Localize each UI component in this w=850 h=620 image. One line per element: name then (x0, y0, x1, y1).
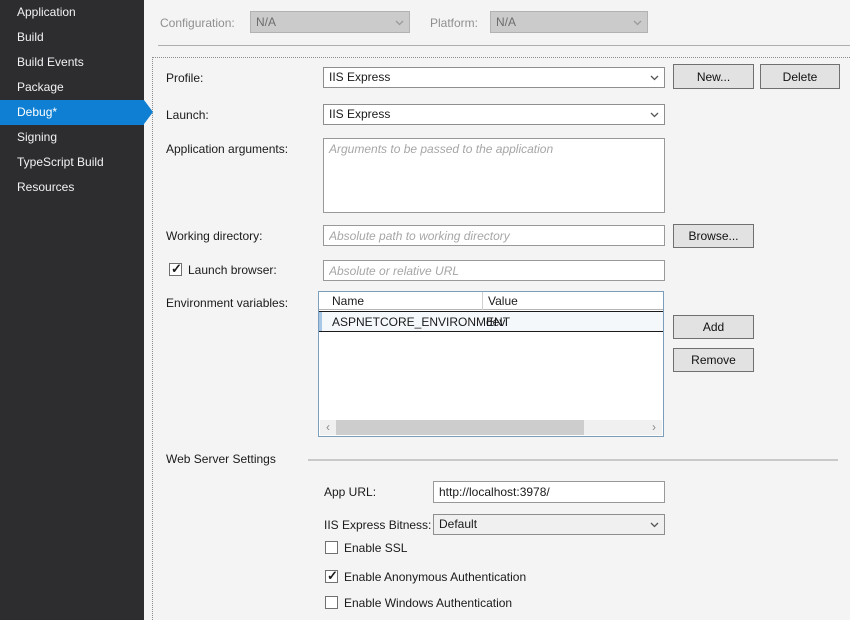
debug-settings-page: Configuration: N/A Platform: N/A Profile… (144, 0, 850, 620)
row-selector-strip (319, 312, 322, 331)
sidebar-item-application[interactable]: Application (0, 0, 144, 25)
launch-browser-label: Launch browser: (188, 263, 277, 277)
application-arguments-input[interactable] (323, 138, 665, 213)
app-url-input[interactable] (433, 481, 665, 503)
sidebar-item-resources[interactable]: Resources (0, 175, 144, 200)
configuration-dropdown: N/A (250, 11, 410, 33)
sidebar-item-typescript-build[interactable]: TypeScript Build (0, 150, 144, 175)
app-url-label: App URL: (324, 485, 377, 499)
platform-dropdown: N/A (490, 11, 648, 33)
chevron-down-icon (650, 522, 659, 528)
platform-value: N/A (496, 15, 517, 29)
add-variable-button[interactable]: Add (673, 315, 754, 339)
sidebar-item-signing[interactable]: Signing (0, 125, 144, 150)
browse-button[interactable]: Browse... (673, 224, 754, 248)
launch-browser-url-input[interactable] (323, 260, 665, 281)
separator-line (158, 45, 850, 46)
sidebar-item-debug[interactable]: Debug* (0, 100, 153, 125)
launch-browser-checkbox[interactable] (169, 261, 182, 277)
grid-header-row: Name Value (319, 292, 663, 310)
delete-profile-button[interactable]: Delete (760, 64, 840, 89)
chevron-down-icon (650, 75, 659, 81)
platform-label: Platform: (430, 16, 479, 30)
grid-header-value[interactable]: Value (488, 294, 518, 308)
section-divider-line (308, 459, 838, 461)
configuration-label: Configuration: (160, 16, 235, 30)
remove-variable-button[interactable]: Remove (673, 348, 754, 372)
grid-header-name[interactable]: Name (332, 294, 364, 308)
enable-ssl-checkbox[interactable] (325, 541, 338, 554)
chevron-down-icon (650, 112, 659, 118)
env-value-cell[interactable]: dev (486, 315, 505, 329)
application-arguments-label: Application arguments: (166, 142, 289, 156)
env-name-cell[interactable]: ASPNETCORE_ENVIRONMENT (332, 315, 510, 329)
project-properties-sidebar: Application Build Build Events Package D… (0, 0, 153, 620)
enable-anonymous-authentication-checkbox[interactable] (325, 568, 338, 584)
working-directory-input[interactable] (323, 225, 665, 246)
sidebar-item-package[interactable]: Package (0, 75, 144, 100)
profile-value: IIS Express (329, 70, 391, 84)
scroll-right-icon[interactable]: › (646, 420, 662, 435)
new-profile-button[interactable]: New... (673, 64, 754, 89)
enable-windows-authentication-label: Enable Windows Authentication (344, 596, 513, 610)
sidebar-item-build-events[interactable]: Build Events (0, 50, 144, 75)
bitness-value: Default (439, 517, 478, 531)
profile-label: Profile: (166, 71, 204, 85)
enable-ssl-label: Enable SSL (344, 541, 408, 555)
column-separator (482, 292, 483, 310)
web-server-settings-heading: Web Server Settings (166, 452, 276, 466)
iis-express-bitness-label: IIS Express Bitness: (324, 518, 432, 532)
chevron-down-icon (395, 20, 404, 26)
enable-windows-authentication-checkbox[interactable] (325, 596, 338, 609)
scroll-left-icon[interactable]: ‹ (320, 420, 336, 435)
launch-profile-panel: Profile: IIS Express New... Delete Launc… (152, 57, 850, 620)
enable-anonymous-authentication-label: Enable Anonymous Authentication (344, 570, 527, 584)
chevron-down-icon (633, 20, 642, 26)
environment-variables-grid[interactable]: Name Value ASPNETCORE_ENVIRONMENT dev ‹ … (318, 291, 664, 437)
grid-row-aspnetcore-environment[interactable]: ASPNETCORE_ENVIRONMENT dev (319, 311, 663, 332)
configuration-value: N/A (256, 15, 277, 29)
iis-express-bitness-dropdown[interactable]: Default (433, 514, 665, 535)
launch-value: IIS Express (329, 107, 391, 121)
scrollbar-thumb[interactable] (336, 420, 584, 435)
sidebar-item-build[interactable]: Build (0, 25, 144, 50)
working-directory-label: Working directory: (166, 229, 263, 243)
launch-label: Launch: (166, 108, 209, 122)
horizontal-scrollbar[interactable]: ‹ › (320, 420, 662, 435)
environment-variables-label: Environment variables: (166, 296, 289, 310)
launch-dropdown[interactable]: IIS Express (323, 104, 665, 125)
profile-dropdown[interactable]: IIS Express (323, 67, 665, 88)
